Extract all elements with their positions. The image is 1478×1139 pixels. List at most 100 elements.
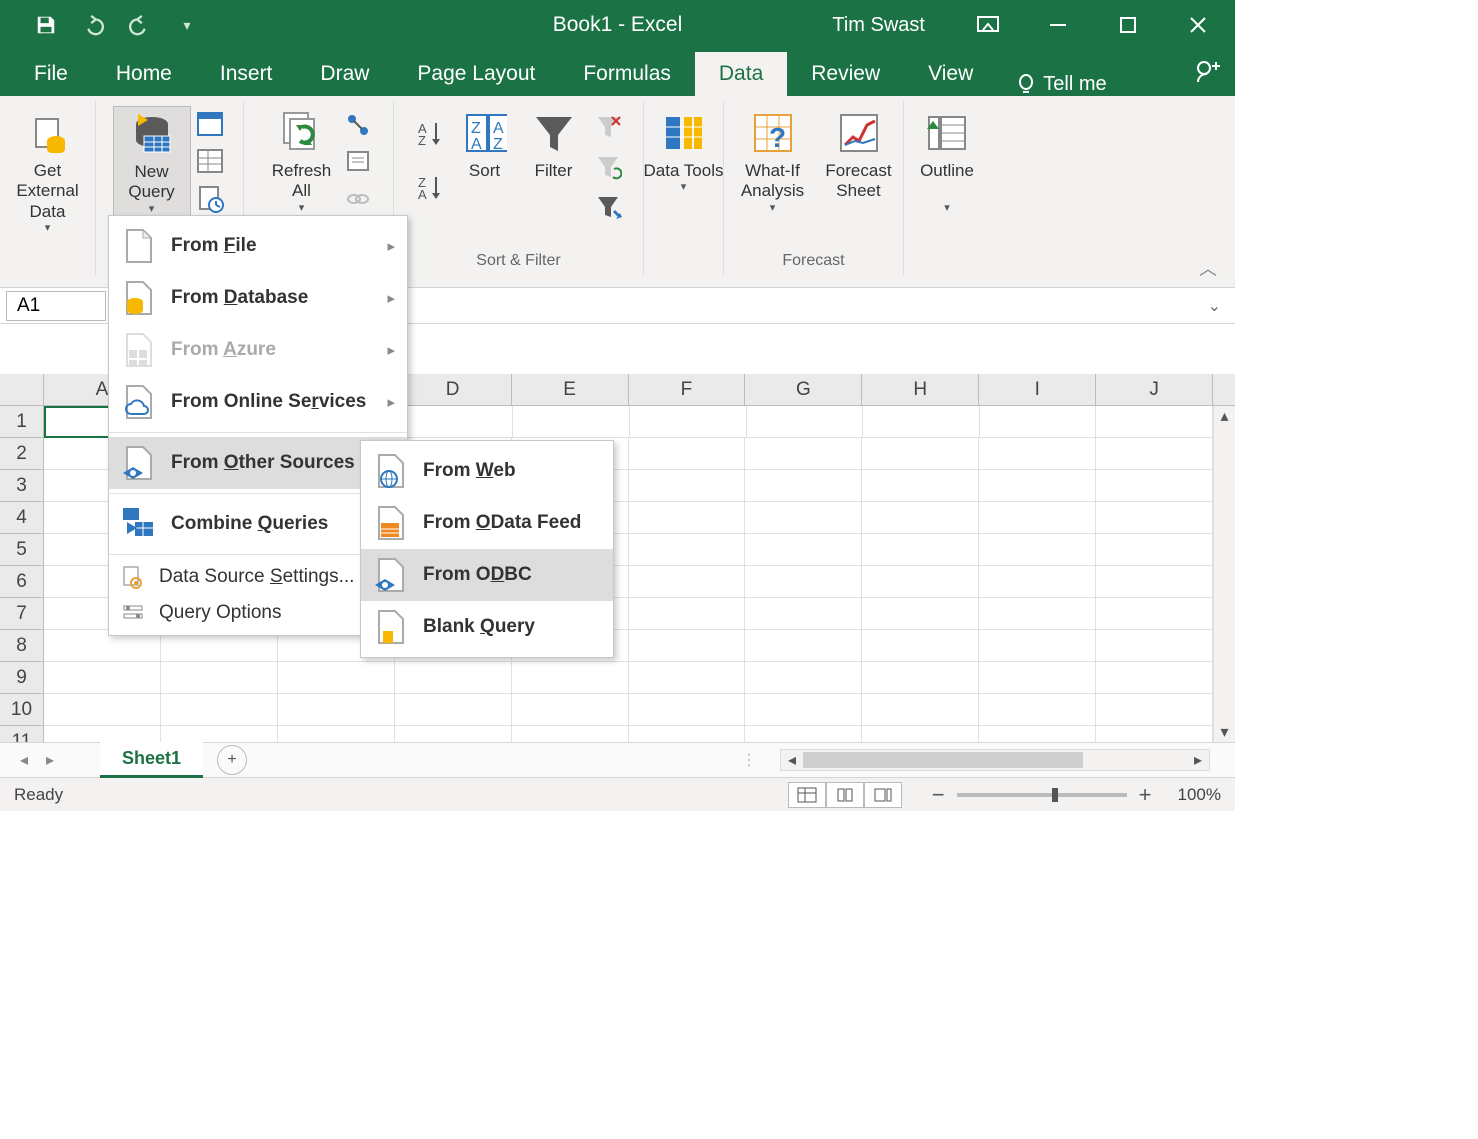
submenu-from-web[interactable]: From Web	[361, 445, 613, 497]
refresh-all-button[interactable]: Refresh All ▾	[263, 106, 341, 220]
scroll-right-icon[interactable]: ▸	[1187, 750, 1209, 770]
cell[interactable]	[745, 726, 862, 742]
tab-data[interactable]: Data	[695, 52, 787, 96]
zoom-level[interactable]: 100%	[1178, 785, 1221, 805]
maximize-icon[interactable]	[1100, 0, 1155, 50]
sort-button[interactable]: ZAAZ Sort	[453, 106, 517, 224]
cell[interactable]	[629, 470, 746, 502]
cell[interactable]	[513, 406, 630, 438]
scroll-down-icon[interactable]: ▾	[1214, 722, 1235, 742]
col-header[interactable]: I	[979, 374, 1096, 405]
scroll-thumb[interactable]	[803, 752, 1083, 768]
cell[interactable]	[979, 694, 1096, 726]
cell[interactable]	[278, 662, 395, 694]
properties-icon[interactable]	[341, 145, 375, 179]
tab-review[interactable]: Review	[787, 52, 904, 96]
cell[interactable]	[395, 726, 512, 742]
cell[interactable]	[44, 726, 161, 742]
col-header[interactable]: F	[629, 374, 746, 405]
what-if-button[interactable]: ? What-If Analysis ▾	[728, 106, 818, 220]
cell[interactable]	[745, 566, 862, 598]
cell[interactable]	[1096, 662, 1213, 694]
cell[interactable]	[1096, 502, 1213, 534]
submenu-from-odbc[interactable]: From ODBC	[361, 549, 613, 601]
tab-file[interactable]: File	[10, 52, 92, 96]
normal-view-icon[interactable]	[788, 782, 826, 808]
col-header[interactable]: J	[1096, 374, 1213, 405]
cell[interactable]	[512, 726, 629, 742]
cell[interactable]	[630, 406, 747, 438]
undo-icon[interactable]	[82, 14, 104, 36]
cell[interactable]	[629, 662, 746, 694]
cell[interactable]	[862, 662, 979, 694]
row-header[interactable]: 8	[0, 630, 44, 662]
row-header[interactable]: 3	[0, 470, 44, 502]
sheet-tab[interactable]: Sheet1	[100, 742, 203, 778]
cell[interactable]	[161, 662, 278, 694]
cell[interactable]	[979, 566, 1096, 598]
cell[interactable]	[862, 694, 979, 726]
cell[interactable]	[629, 566, 746, 598]
cell[interactable]	[512, 662, 629, 694]
menu-from-file[interactable]: From File▸	[109, 220, 407, 272]
cell[interactable]	[629, 534, 746, 566]
zoom-slider[interactable]	[957, 793, 1127, 797]
cell[interactable]	[745, 630, 862, 662]
edit-links-icon[interactable]	[341, 182, 375, 216]
cell[interactable]	[161, 694, 278, 726]
cell[interactable]	[745, 470, 862, 502]
select-all-corner[interactable]	[0, 374, 44, 405]
cell[interactable]	[278, 726, 395, 742]
sheet-nav[interactable]: ◂▸	[0, 750, 100, 770]
menu-from-online[interactable]: From Online Services▸	[109, 376, 407, 428]
cell[interactable]	[1096, 406, 1213, 438]
connections-icon[interactable]	[341, 108, 375, 142]
tab-draw[interactable]: Draw	[296, 52, 393, 96]
cell[interactable]	[862, 630, 979, 662]
close-icon[interactable]	[1170, 0, 1225, 50]
cell[interactable]	[1096, 470, 1213, 502]
save-icon[interactable]	[35, 14, 57, 36]
outline-button[interactable]: Outline▾	[905, 106, 990, 220]
row-header[interactable]: 5	[0, 534, 44, 566]
cell[interactable]	[979, 726, 1096, 742]
cell[interactable]	[863, 406, 980, 438]
cell[interactable]	[862, 470, 979, 502]
cell[interactable]	[862, 726, 979, 742]
tell-me[interactable]: Tell me	[1017, 73, 1106, 96]
cell[interactable]	[512, 694, 629, 726]
tab-insert[interactable]: Insert	[196, 52, 297, 96]
cell[interactable]	[862, 438, 979, 470]
scroll-up-icon[interactable]: ▴	[1214, 406, 1235, 426]
share-icon[interactable]	[1194, 58, 1220, 84]
cell[interactable]	[1096, 534, 1213, 566]
add-sheet-button[interactable]: +	[217, 745, 247, 775]
row-header[interactable]: 4	[0, 502, 44, 534]
ribbon-display-icon[interactable]	[960, 0, 1015, 50]
cell[interactable]	[629, 630, 746, 662]
row-header[interactable]: 9	[0, 662, 44, 694]
cell[interactable]	[395, 662, 512, 694]
cell[interactable]	[1096, 566, 1213, 598]
cell[interactable]	[745, 694, 862, 726]
new-query-button[interactable]: New Query ▾	[113, 106, 191, 222]
cell[interactable]	[1096, 726, 1213, 742]
cell[interactable]	[629, 694, 746, 726]
cell[interactable]	[44, 662, 161, 694]
row-header[interactable]: 10	[0, 694, 44, 726]
collapse-ribbon-icon[interactable]: ︿	[1199, 255, 1217, 281]
filter-button[interactable]: Filter	[523, 106, 585, 224]
cell[interactable]	[1096, 630, 1213, 662]
zoom-in-button[interactable]: +	[1139, 782, 1152, 808]
tab-home[interactable]: Home	[92, 52, 196, 96]
cell[interactable]	[979, 470, 1096, 502]
sort-asc-icon[interactable]: AZ	[413, 116, 447, 150]
cell[interactable]	[979, 438, 1096, 470]
tab-splitter[interactable]: ⋮	[741, 750, 760, 770]
forecast-sheet-button[interactable]: Forecast Sheet	[818, 106, 900, 220]
cell[interactable]	[745, 662, 862, 694]
cell[interactable]	[629, 438, 746, 470]
row-header[interactable]: 7	[0, 598, 44, 630]
recent-sources-icon[interactable]	[193, 182, 227, 216]
qat-customize-icon[interactable]: ▾	[176, 14, 198, 36]
